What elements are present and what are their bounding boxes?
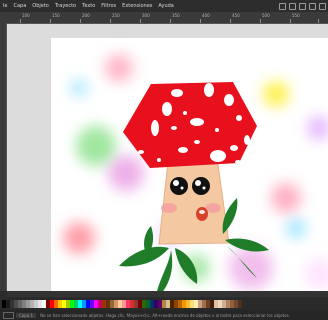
ruler-label: 250 (112, 13, 120, 18)
ruler-label: 350 (172, 13, 180, 18)
left-cheek (161, 203, 177, 213)
ruler-tick (230, 19, 231, 23)
ruler-label: 100 (22, 13, 30, 18)
menu-text[interactable]: Texto (79, 3, 98, 9)
node-icon[interactable] (289, 2, 296, 10)
canvas-area[interactable] (7, 24, 328, 294)
mouth-highlight (199, 210, 205, 214)
pencil-icon[interactable] (299, 2, 306, 10)
ruler-label: 500 (262, 13, 270, 18)
ruler-label: 400 (202, 13, 210, 18)
color-swatch[interactable] (238, 300, 242, 308)
ruler-tick (50, 19, 51, 23)
ruler-tick (318, 19, 319, 23)
ruler-tick (140, 19, 141, 23)
snap-icon[interactable] (309, 2, 316, 10)
ruler-label: 200 (82, 13, 90, 18)
status-bar: Capa 1 No se han seleccionado objetos. H… (0, 310, 328, 320)
ruler-label: 450 (232, 13, 240, 18)
menu-layer[interactable]: Capa (10, 3, 29, 9)
menu-help[interactable]: Ayuda (155, 3, 176, 9)
menu-bar: le Capa Objeto Trayecto Texto Filtros Ex… (0, 0, 328, 12)
toolbar-icons (279, 1, 328, 11)
ruler-label: 150 (52, 13, 60, 18)
ruler-tick (20, 19, 21, 23)
menu-file[interactable]: le (0, 3, 10, 9)
fill-indicator[interactable] (3, 311, 14, 319)
zoom-icon[interactable] (279, 2, 286, 10)
ruler-tick (110, 19, 111, 23)
menu-filters[interactable]: Filtros (98, 3, 119, 9)
right-eye (192, 177, 210, 195)
color-palette (0, 298, 328, 310)
align-icon[interactable] (319, 2, 326, 10)
ruler-tick (290, 19, 291, 23)
menu-extensions[interactable]: Extensiones (119, 3, 155, 9)
menu-path[interactable]: Trayecto (52, 3, 79, 9)
ruler-label: 550 (292, 13, 300, 18)
left-eye (170, 177, 188, 195)
ruler-tick (260, 19, 261, 23)
horizontal-ruler: 100 150 200 250 300 350 400 450 500 550 (0, 12, 328, 24)
document-page[interactable] (51, 38, 328, 294)
mushroom-illustration[interactable] (51, 38, 328, 294)
horizontal-scrollbar[interactable] (7, 291, 328, 297)
menu-object[interactable]: Objeto (29, 3, 52, 9)
ruler-label: 300 (142, 13, 150, 18)
vertical-ruler (0, 23, 7, 291)
ruler-tick (170, 19, 171, 23)
status-message: No se han seleccionado objetos. Haga cli… (40, 312, 290, 318)
mushroom-cap[interactable] (123, 82, 257, 168)
ruler-tick (200, 19, 201, 23)
ruler-tick (80, 19, 81, 23)
layer-selector[interactable]: Capa 1 (16, 312, 37, 318)
